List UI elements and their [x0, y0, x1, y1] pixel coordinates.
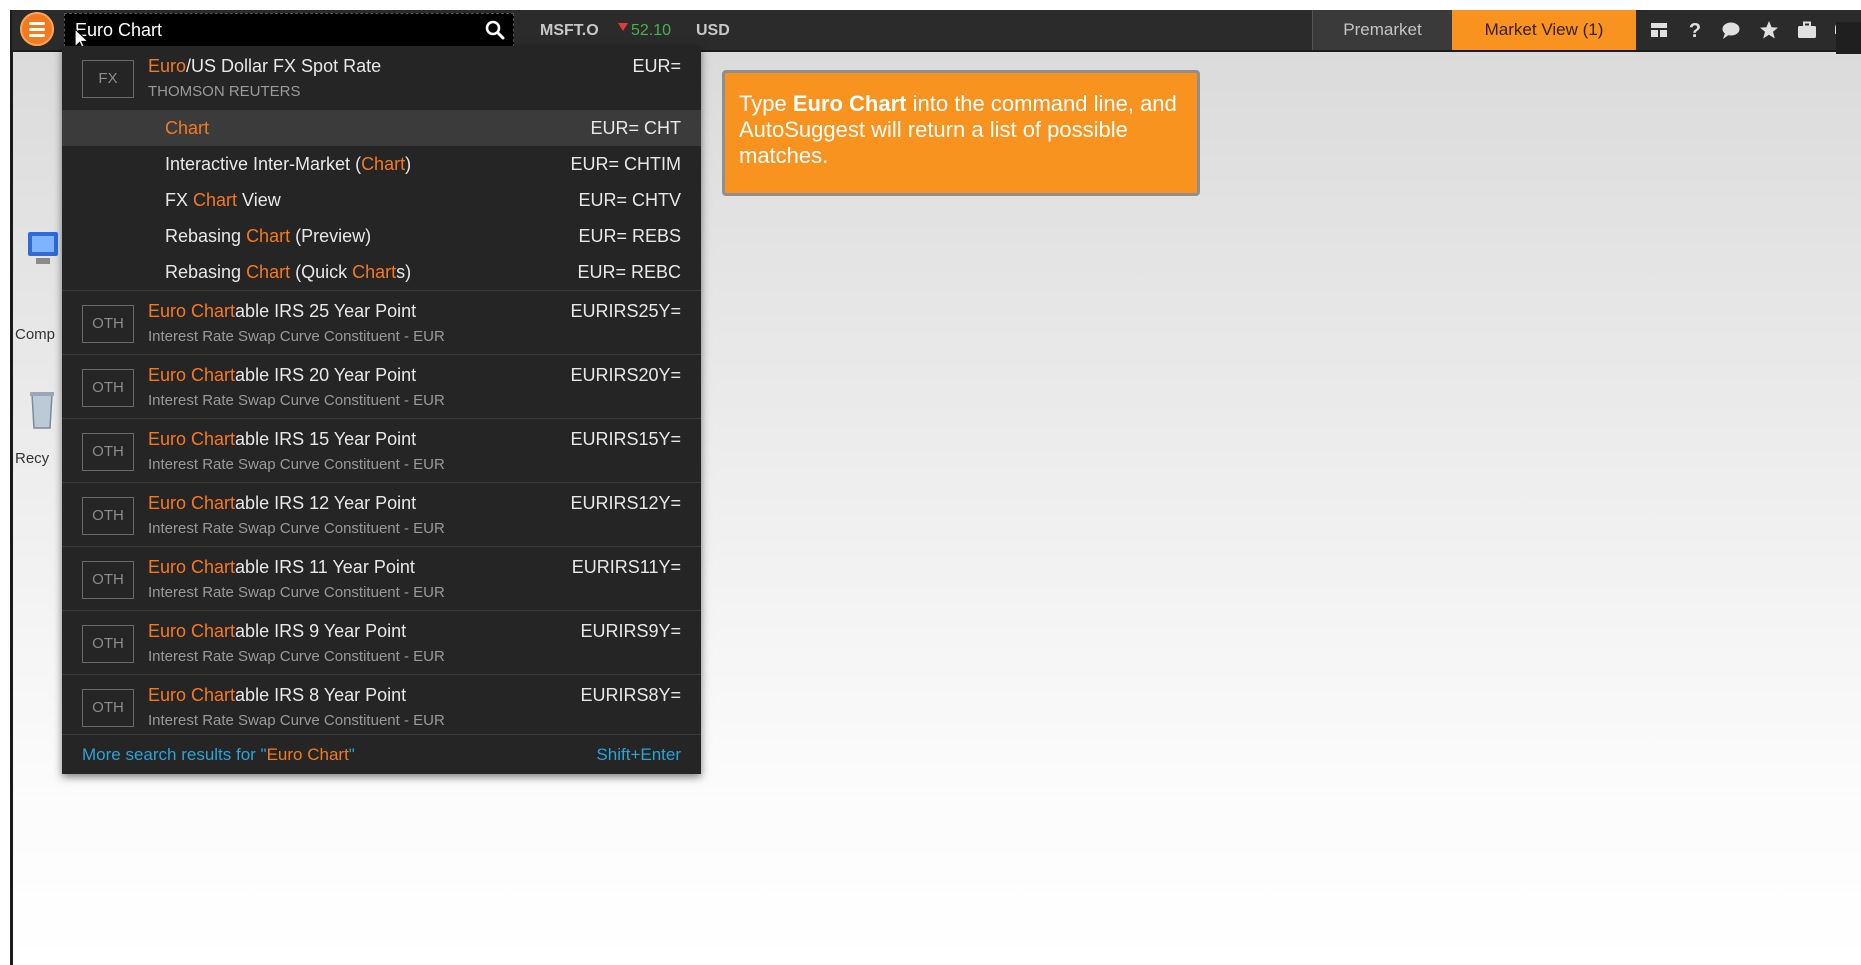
ticker-change: 52.10 — [631, 22, 672, 39]
ticker-symbol[interactable]: MSFT.O — [540, 20, 599, 42]
result-ric: EURIRS15Y= — [570, 429, 681, 449]
asset-class-badge: FX — [82, 60, 134, 98]
sub-item-code: EUR= CHT — [590, 118, 681, 138]
sub-item-code: EUR= REBS — [578, 226, 681, 246]
asset-class-badge: OTH — [82, 561, 134, 599]
sub-item-interactive-inter-market[interactable]: Interactive Inter-Market (Chart) EUR= CH… — [62, 146, 701, 182]
more-search-results[interactable]: More search results for "Euro Chart" Shi… — [62, 734, 701, 774]
result-title: Euro Chartable IRS 8 Year Point — [148, 685, 407, 705]
result-ric: EURIRS9Y= — [580, 621, 681, 641]
sub-item-label: Rebasing Chart (Quick Charts) — [165, 262, 412, 282]
sub-item-code: EUR= REBC — [577, 262, 681, 282]
sub-item-chart[interactable]: Chart EUR= CHT — [62, 110, 701, 146]
result-title: Euro/US Dollar FX Spot Rate — [148, 56, 382, 76]
result-eurirs9y[interactable]: OTH Euro Chartable IRS 9 Year Point Inte… — [62, 610, 701, 674]
result-eurirs25y[interactable]: OTH Euro Chartable IRS 25 Year Point Int… — [62, 290, 701, 354]
result-eur-spot[interactable]: FX Euro/US Dollar FX Spot Rate THOMSON R… — [62, 46, 701, 110]
ticker-currency: USD — [696, 22, 730, 39]
computer-icon[interactable] — [20, 228, 64, 272]
result-title: Euro Chartable IRS 20 Year Point — [148, 365, 417, 385]
sub-item-fx-chart-view[interactable]: FX Chart View EUR= CHTV — [62, 182, 701, 218]
result-eurirs12y[interactable]: OTH Euro Chartable IRS 12 Year Point Int… — [62, 482, 701, 546]
result-ric: EURIRS25Y= — [570, 301, 681, 321]
layout-icon[interactable] — [1648, 19, 1670, 41]
app-menu-logo-icon[interactable] — [20, 12, 54, 46]
result-eurirs20y[interactable]: OTH Euro Chartable IRS 20 Year Point Int… — [62, 354, 701, 418]
result-ric: EURIRS20Y= — [570, 365, 681, 385]
result-eurirs15y[interactable]: OTH Euro Chartable IRS 15 Year Point Int… — [62, 418, 701, 482]
result-title: Euro Chartable IRS 15 Year Point — [148, 429, 417, 449]
result-subtitle: Interest Rate Swap Curve Constituent - E… — [148, 648, 445, 665]
result-subtitle: Interest Rate Swap Curve Constituent - E… — [148, 520, 445, 537]
asset-class-badge: OTH — [82, 369, 134, 407]
result-ric: EURIRS8Y= — [580, 685, 681, 705]
sub-item-rebasing-preview[interactable]: Rebasing Chart (Preview) EUR= REBS — [62, 218, 701, 254]
sub-item-rebasing-quick-charts[interactable]: Rebasing Chart (Quick Charts) EUR= REBC — [62, 254, 701, 290]
tab-premarket[interactable]: Premarket — [1312, 10, 1452, 50]
result-title: Euro Chartable IRS 25 Year Point — [148, 301, 417, 321]
price-down-arrow-icon — [618, 23, 628, 31]
tutorial-callout: Type Euro Chart into the command line, a… — [722, 70, 1200, 196]
recycle-bin-label: Recy — [15, 450, 50, 467]
help-icon[interactable]: ? — [1684, 19, 1706, 41]
sub-item-label: Interactive Inter-Market (Chart) — [165, 154, 412, 174]
tab-market-view[interactable]: Market View (1) — [1452, 10, 1636, 50]
result-ric: EURIRS11Y= — [571, 557, 681, 577]
result-eurirs8y[interactable]: OTH Euro Chartable IRS 8 Year Point Inte… — [62, 674, 701, 738]
more-results-link[interactable]: More search results for "Euro Chart" — [82, 745, 355, 765]
sub-item-code: EUR= CHTIM — [570, 154, 681, 174]
sub-item-label: FX Chart View — [165, 190, 281, 210]
result-subtitle: Interest Rate Swap Curve Constituent - E… — [148, 456, 445, 473]
undock-button[interactable] — [1836, 22, 1861, 54]
sub-item-label: Chart — [165, 118, 210, 138]
result-ric: EURIRS12Y= — [570, 493, 681, 513]
autosuggest-dropdown: FX Euro/US Dollar FX Spot Rate THOMSON R… — [62, 46, 701, 774]
result-subtitle: THOMSON REUTERS — [148, 83, 301, 100]
result-eurirs11y[interactable]: OTH Euro Chartable IRS 11 Year Point Int… — [62, 546, 701, 610]
result-title: Euro Chartable IRS 12 Year Point — [148, 493, 417, 513]
result-subtitle: Interest Rate Swap Curve Constituent - E… — [148, 712, 445, 729]
command-line-input[interactable] — [75, 18, 475, 42]
asset-class-badge: OTH — [82, 689, 134, 727]
svg-text:?: ? — [1689, 20, 1701, 41]
sub-item-code: EUR= CHTV — [578, 190, 681, 210]
search-icon[interactable] — [485, 20, 505, 40]
chat-icon[interactable] — [1720, 19, 1742, 41]
asset-class-badge: OTH — [82, 433, 134, 471]
result-title: Euro Chartable IRS 11 Year Point — [148, 557, 415, 577]
result-title: Euro Chartable IRS 9 Year Point — [148, 621, 407, 641]
result-subtitle: Interest Rate Swap Curve Constituent - E… — [148, 584, 445, 601]
asset-class-badge: OTH — [82, 625, 134, 663]
sub-item-label: Rebasing Chart (Preview) — [165, 226, 372, 246]
result-subtitle: Interest Rate Swap Curve Constituent - E… — [148, 328, 445, 345]
briefcase-icon[interactable] — [1796, 19, 1818, 41]
result-ric: EUR= — [632, 56, 681, 76]
recycle-bin-icon[interactable] — [20, 388, 64, 432]
command-line-box[interactable] — [64, 13, 514, 47]
computer-icon-label: Comp — [15, 326, 56, 343]
window-edge — [10, 10, 13, 965]
asset-class-badge: OTH — [82, 305, 134, 343]
asset-class-badge: OTH — [82, 497, 134, 535]
result-subtitle: Interest Rate Swap Curve Constituent - E… — [148, 392, 445, 409]
keyboard-shortcut-hint: Shift+Enter — [596, 745, 681, 764]
favorites-star-icon[interactable] — [1758, 19, 1780, 41]
